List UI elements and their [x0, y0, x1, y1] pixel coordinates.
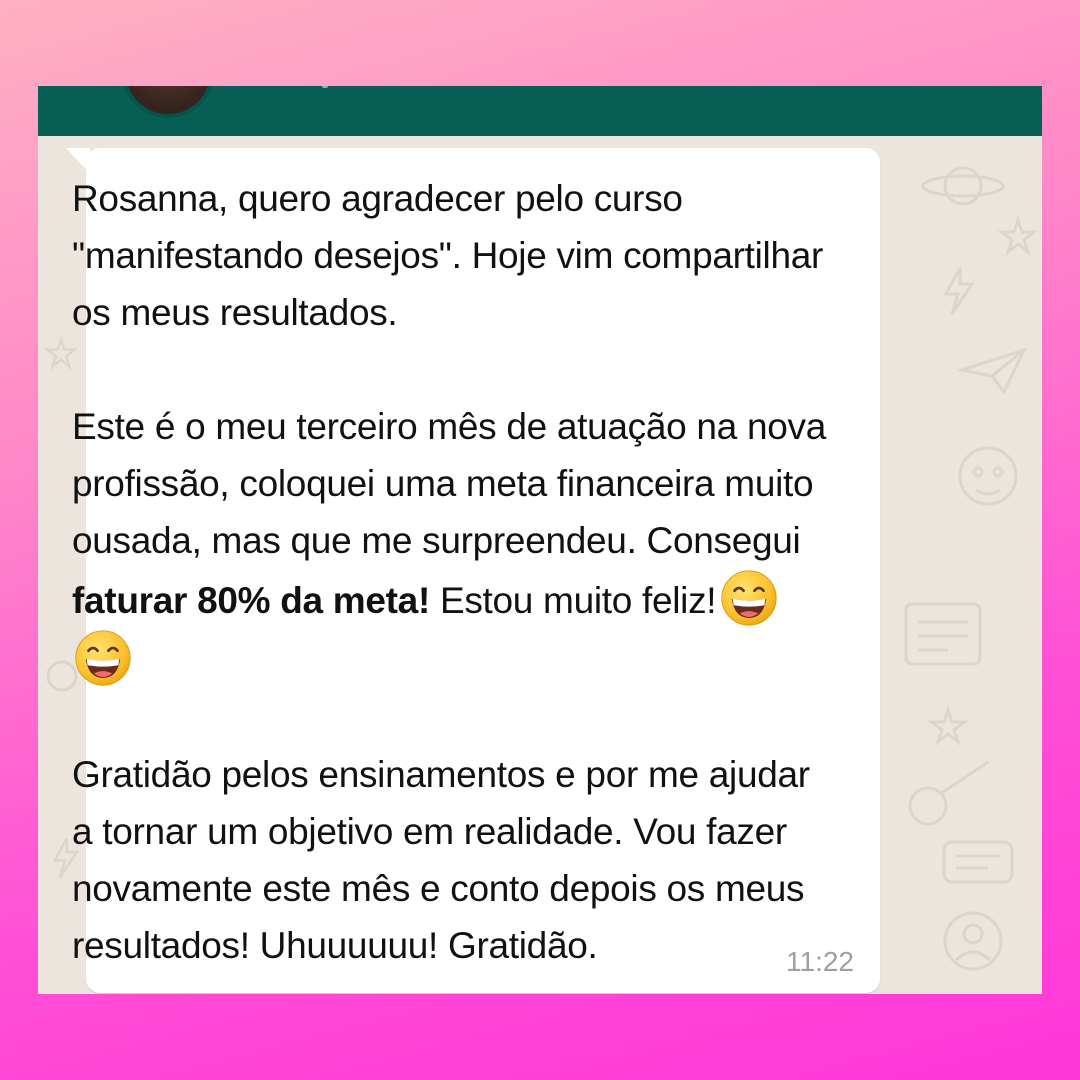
doodle-star-icon — [998, 216, 1038, 256]
chat-header — [38, 86, 1042, 136]
contact-avatar[interactable] — [122, 86, 214, 118]
doodle-star-icon-2 — [928, 706, 968, 746]
grinning-face-emoji-icon — [721, 570, 777, 626]
doodle-doc-icon — [904, 602, 982, 666]
message-paragraph-2-end: Estou muito feliz! — [429, 580, 717, 621]
message-paragraph-2: Este é o meu terceiro mês de atuação na … — [72, 398, 832, 689]
message-timestamp: 11:22 — [786, 946, 854, 977]
grinning-face-emoji-icon-2 — [75, 630, 131, 686]
doodle-paper-plane-icon — [958, 347, 1027, 395]
message-paragraph-1: Rosanna, quero agradecer pelo curso "man… — [72, 178, 824, 333]
message-paragraph-2-start: Este é o meu terceiro mês de atuação na … — [72, 406, 826, 561]
doodle-monkey-icon — [958, 446, 1018, 506]
doodle-planet-icon — [921, 166, 1005, 206]
header-status-indicator — [322, 86, 328, 88]
doodle-guitar-icon — [908, 760, 989, 826]
message-text: Rosanna, quero agradecer pelo curso "man… — [72, 170, 832, 974]
doodle-lightning-icon — [943, 267, 975, 315]
message-bold-highlight: faturar 80% da meta! — [72, 580, 430, 621]
doodle-message-icon — [942, 840, 1014, 884]
doodle-user-icon — [943, 911, 1003, 971]
message-paragraph-3: Gratidão pelos ensinamentos e por me aju… — [72, 754, 810, 966]
